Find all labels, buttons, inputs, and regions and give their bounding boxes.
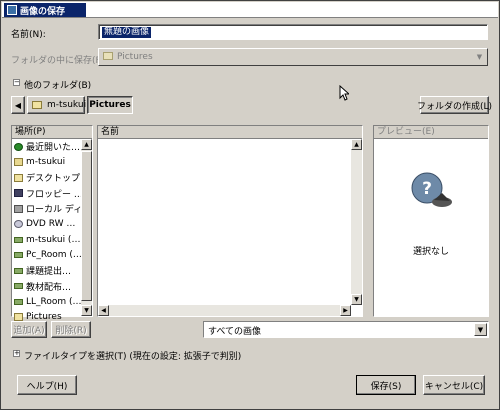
place-label: 課題提出…	[26, 267, 72, 278]
place-item-dvd[interactable]: DVD RW …	[12, 217, 81, 233]
place-item-network-5[interactable]: LL_Room (…	[12, 294, 81, 310]
path-segment-m-tsukui[interactable]: m-tsukui	[27, 96, 87, 114]
file-list-hscroll[interactable]: ◀ ▶	[98, 305, 351, 316]
expander-minus-icon[interactable]: −	[13, 79, 20, 86]
path-segment-label: Pictures	[89, 100, 131, 110]
file-filter-combo[interactable]: すべての画像 ▼	[203, 321, 489, 338]
places-panel: 場所(P) 最近開いた… m-tsukui デスクトップ フロッピー … ローカ…	[11, 125, 93, 322]
scroll-left-icon[interactable]: ◀	[98, 305, 109, 316]
remove-place-button[interactable]: 削除(R)	[51, 321, 91, 338]
places-scrollbar[interactable]: ▲ ▼	[81, 139, 92, 316]
file-filter-value: すべての画像	[208, 327, 262, 337]
place-label: 最近開いた…	[26, 143, 81, 154]
window-title: 画像の保存	[20, 6, 66, 17]
create-folder-label: フォルダの作成(L)	[416, 101, 493, 112]
mouse-cursor-icon	[339, 85, 349, 101]
place-item-desktop[interactable]: デスクトップ	[12, 170, 81, 186]
save-in-folder-label: フォルダの中に保存(F):	[11, 56, 108, 66]
path-back-button[interactable]: ◀	[11, 96, 25, 114]
chevron-down-icon: ▼	[476, 52, 483, 61]
place-label: DVD RW …	[26, 219, 76, 230]
save-button[interactable]: 保存(S)	[356, 375, 416, 395]
title-bar-active[interactable]: 画像の保存	[4, 3, 86, 17]
network-drive-icon	[14, 267, 23, 274]
place-item-network-2[interactable]: Pc_Room (…	[12, 248, 81, 264]
place-item-recent[interactable]: 最近開いた…	[12, 139, 81, 155]
remove-place-label: 削除(R)	[55, 326, 87, 336]
places-list: 最近開いた… m-tsukui デスクトップ フロッピー … ローカル ディ… …	[12, 139, 81, 325]
place-label: m-tsukui	[26, 157, 66, 168]
place-label: LL_Room (…	[26, 296, 81, 307]
place-label: 教材配布…	[26, 282, 72, 293]
browse-folders-expander[interactable]: 他のフォルダ(B)	[24, 78, 91, 91]
filename-input[interactable]: 無題の画像	[98, 24, 488, 40]
home-folder-icon	[14, 158, 23, 167]
create-folder-button[interactable]: フォルダの作成(L)	[416, 96, 493, 114]
scroll-up-icon[interactable]: ▲	[351, 139, 362, 150]
place-item-network-4[interactable]: 教材配布…	[12, 279, 81, 295]
title-bar: 画像の保存	[2, 2, 498, 18]
place-label: フロッピー …	[26, 189, 81, 200]
folder-icon	[103, 52, 113, 60]
dvd-drive-icon	[14, 220, 23, 229]
place-label: Pc_Room (…	[26, 250, 81, 261]
file-list-vscroll[interactable]: ▲ ▼	[351, 139, 362, 305]
floppy-icon	[14, 189, 23, 198]
place-label: デスクトップ	[26, 174, 81, 185]
filetype-expander[interactable]: ファイルタイプを選択(T) (現在の設定: 拡張子で判別)	[24, 349, 241, 362]
chevron-down-icon[interactable]: ▼	[474, 323, 487, 336]
cancel-button[interactable]: キャンセル(C)	[423, 375, 485, 395]
places-header[interactable]: 場所(P)	[12, 126, 92, 139]
no-preview-icon: ?	[411, 172, 452, 207]
place-label: ローカル ディ…	[26, 205, 81, 216]
help-button[interactable]: ヘルプ(H)	[17, 375, 77, 395]
cancel-label: キャンセル(C)	[424, 381, 484, 392]
path-segment-label: m-tsukui	[47, 100, 87, 110]
hard-drive-icon	[14, 204, 23, 213]
window-icon	[7, 5, 17, 15]
svg-text:?: ?	[422, 179, 432, 199]
scroll-down-icon[interactable]: ▼	[351, 294, 362, 305]
place-label: m-tsukui (…	[26, 234, 81, 245]
network-drive-icon	[14, 283, 23, 290]
scroll-up-icon[interactable]: ▲	[81, 139, 92, 150]
save-in-folder-value: Pictures	[117, 52, 153, 62]
place-item-network-3[interactable]: 課題提出…	[12, 263, 81, 279]
network-drive-icon	[14, 298, 23, 305]
preview-empty-text: 選択なし	[412, 247, 449, 257]
network-drive-icon	[14, 236, 23, 243]
desktop-folder-icon	[14, 173, 23, 182]
add-place-button[interactable]: 追加(A)	[11, 321, 47, 338]
expander-plus-icon[interactable]: +	[13, 350, 20, 357]
place-item-local-disk[interactable]: ローカル ディ…	[12, 201, 81, 217]
help-label: ヘルプ(H)	[26, 381, 68, 392]
path-segment-pictures[interactable]: Pictures	[87, 96, 133, 114]
place-item-network-1[interactable]: m-tsukui (…	[12, 232, 81, 248]
place-item-floppy[interactable]: フロッピー …	[12, 186, 81, 202]
folder-icon	[32, 101, 42, 109]
preview-header: プレビュー(E)	[374, 126, 488, 139]
network-drive-icon	[14, 252, 23, 259]
place-item-home[interactable]: m-tsukui	[12, 155, 81, 171]
scroll-right-icon[interactable]: ▶	[340, 305, 351, 316]
scroll-thumb[interactable]	[81, 151, 92, 301]
left-arrow-icon: ◀	[14, 100, 22, 110]
file-list-panel[interactable]: 名前 ▲ ▼ ◀ ▶	[97, 125, 363, 317]
name-label: 名前(N):	[11, 30, 46, 40]
scroll-down-icon[interactable]: ▼	[81, 305, 92, 316]
save-in-folder-combo[interactable]: Pictures ▼	[98, 48, 488, 66]
save-image-dialog: 画像の保存 名前(N): 無題の画像 フォルダの中に保存(F): Picture…	[0, 0, 500, 410]
recent-icon	[14, 142, 23, 151]
file-name-column-header[interactable]: 名前	[98, 126, 362, 139]
preview-panel: プレビュー(E) ? 選択なし	[373, 125, 489, 317]
filename-value: 無題の画像	[102, 27, 152, 38]
add-place-label: 追加(A)	[13, 326, 45, 336]
save-label: 保存(S)	[370, 381, 402, 392]
